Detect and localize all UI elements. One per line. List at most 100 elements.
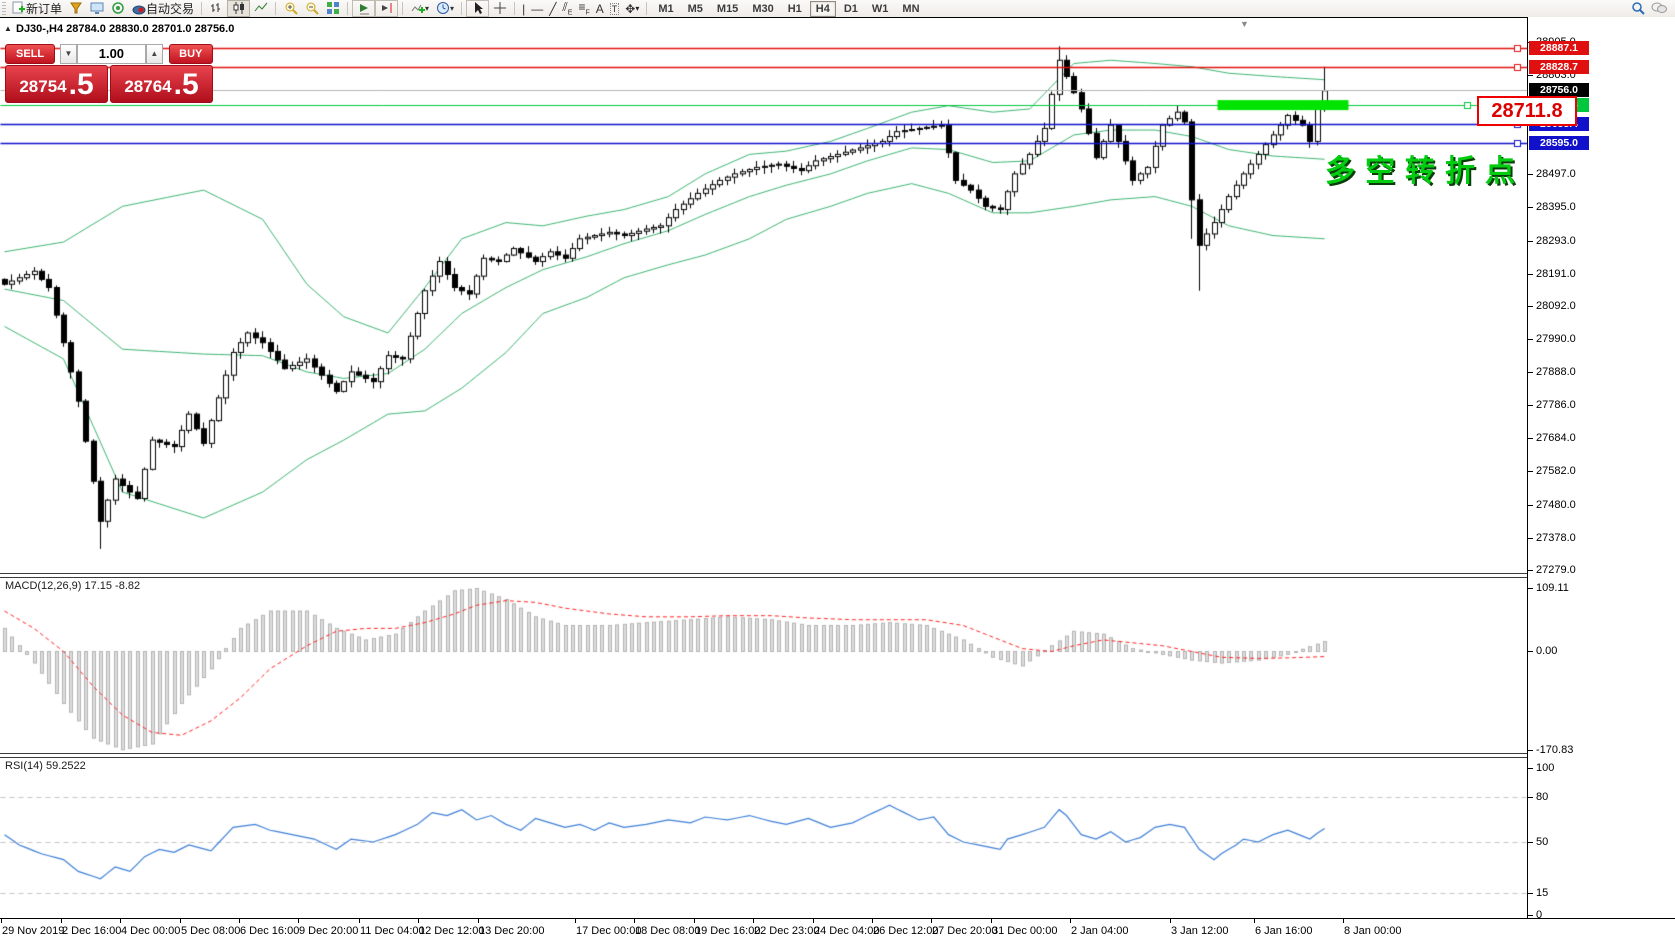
time-axis-tick	[1343, 919, 1344, 923]
mt4-window: 新订单 自动交易	[0, 0, 1675, 942]
pane-separator[interactable]	[0, 753, 1675, 758]
price-axis-label: 27279.0	[1536, 564, 1576, 576]
channel-icon: ⫽E	[562, 0, 572, 16]
arrows-button[interactable]: ✥▾	[622, 1, 642, 16]
autotrade-button[interactable]: 自动交易	[128, 1, 197, 16]
crosshair-button[interactable]	[489, 1, 510, 16]
auto-scroll-button[interactable]	[352, 0, 375, 17]
collapse-panel-icon[interactable]: ▲	[4, 24, 12, 33]
volume-decrement-button[interactable]: ▼	[60, 44, 76, 64]
add-indicator-button[interactable]: ▾	[407, 1, 432, 16]
price-axis-tick	[1528, 372, 1533, 373]
search-button[interactable]	[1627, 1, 1648, 16]
macd-canvas[interactable]	[0, 577, 1527, 753]
volume-increment-button[interactable]: ▲	[146, 44, 162, 64]
toolbar-separator	[275, 2, 276, 15]
price-axis-label: 27378.0	[1536, 532, 1576, 544]
timeframe-button-h4[interactable]: H4	[810, 1, 836, 17]
signal-button[interactable]	[107, 1, 128, 16]
chart-shift-end-marker[interactable]: ▼	[1240, 19, 1249, 29]
price-axis[interactable]: 28905.028803.028497.028395.028293.028191…	[1527, 17, 1675, 918]
time-axis-label: 27 Dec 20:00	[932, 925, 997, 937]
volume-input[interactable]: 1.00	[77, 44, 146, 64]
price-axis-tick	[1528, 505, 1533, 506]
one-click-trading-panel: SELL ▼ 1.00 ▲ BUY 28754 .5 28764 .5	[5, 44, 213, 103]
time-axis-tick	[478, 919, 479, 923]
timeframe-button-m1[interactable]: M1	[652, 1, 679, 17]
time-axis[interactable]: 29 Nov 20192 Dec 16:004 Dec 00:005 Dec 0…	[0, 919, 1675, 942]
autotrade-label: 自动交易	[146, 0, 194, 17]
zoom-out-icon	[304, 1, 319, 16]
buy-button[interactable]: BUY	[169, 44, 213, 64]
price-axis-label: 27582.0	[1536, 465, 1576, 477]
candlestick-button[interactable]	[227, 0, 250, 17]
zoom-in-icon	[283, 1, 298, 16]
toolbar-separator	[514, 2, 515, 15]
zoom-out-button[interactable]	[301, 1, 322, 16]
price-axis-label: 27786.0	[1536, 399, 1576, 411]
periods-button[interactable]: ▾	[432, 1, 457, 16]
time-axis-tick	[634, 919, 635, 923]
buy-price-panel[interactable]: 28764 .5	[110, 65, 213, 103]
price-axis-label: 28293.0	[1536, 235, 1576, 247]
chat-button[interactable]	[1648, 1, 1669, 16]
timeframe-button-mn[interactable]: MN	[896, 1, 925, 17]
rsi-axis-label: 50	[1536, 836, 1548, 848]
price-axis-tick	[1528, 570, 1533, 571]
tile-windows-button[interactable]	[322, 1, 343, 16]
level-price-badge: 28595.0	[1529, 136, 1589, 150]
vertical-line-button[interactable]: |	[519, 1, 528, 16]
time-axis-tick	[418, 919, 419, 923]
bar-chart-button[interactable]	[206, 1, 227, 16]
macd-axis-label: 0.00	[1536, 645, 1557, 657]
rsi-axis-tick	[1528, 893, 1533, 894]
text-button[interactable]: A	[593, 1, 607, 16]
monitor-icon	[89, 1, 104, 16]
line-chart-button[interactable]	[250, 1, 271, 16]
cursor-button[interactable]	[466, 0, 489, 17]
time-axis-tick	[298, 919, 299, 923]
price-axis-label: 28395.0	[1536, 201, 1576, 213]
pivot-price-callout[interactable]: 28711.8	[1477, 96, 1577, 126]
text-label-button[interactable]: T	[607, 1, 623, 16]
macd-axis-label: 109.11	[1536, 582, 1569, 594]
horizontal-line-button[interactable]: —	[528, 1, 546, 16]
time-axis-tick	[239, 919, 240, 923]
timeframe-button-d1[interactable]: D1	[838, 1, 864, 17]
rsi-axis-label: 100	[1536, 762, 1554, 774]
dropdown-caret-icon: ▾	[425, 4, 429, 13]
macd-axis-tick	[1528, 750, 1533, 751]
timeframe-button-w1[interactable]: W1	[866, 1, 895, 17]
monitor-button[interactable]	[86, 1, 107, 16]
zoom-in-button[interactable]	[280, 1, 301, 16]
time-axis-label: 17 Dec 00:00	[576, 925, 641, 937]
chart-shift-button[interactable]	[375, 0, 398, 17]
new-order-button[interactable]: 新订单	[8, 1, 65, 16]
turning-point-annotation[interactable]: 多空转折点	[1325, 146, 1525, 190]
price-axis-tick	[1528, 339, 1533, 340]
channel-button[interactable]: ⫽E	[559, 1, 575, 16]
toolbar-grip[interactable]	[2, 2, 6, 15]
timeframe-button-m5[interactable]: M5	[682, 1, 709, 17]
time-axis-tick	[694, 919, 695, 923]
macd-axis-label: -170.83	[1536, 744, 1573, 756]
toolbar-separator	[201, 2, 202, 15]
timeframe-button-m15[interactable]: M15	[711, 1, 744, 17]
buy-price-main: 28764	[124, 74, 171, 100]
time-axis-tick	[1254, 919, 1255, 923]
rsi-canvas[interactable]	[0, 757, 1527, 918]
level-price-badge: 28828.7	[1529, 60, 1589, 74]
tile-windows-icon	[325, 1, 340, 16]
timeframe-button-h1[interactable]: H1	[782, 1, 808, 17]
main-chart-canvas[interactable]	[0, 17, 1527, 574]
sell-price-panel[interactable]: 28754 .5	[5, 65, 108, 103]
pane-separator[interactable]	[0, 573, 1675, 578]
time-axis-tick	[120, 919, 121, 923]
funnel-button[interactable]	[65, 1, 86, 16]
time-axis-label: 18 Dec 08:00	[635, 925, 700, 937]
level-price-badge: 28887.1	[1529, 41, 1589, 55]
sell-button[interactable]: SELL	[5, 44, 55, 64]
fibonacci-button[interactable]: ≡F	[575, 1, 592, 16]
trendline-button[interactable]: ╱	[546, 1, 559, 16]
timeframe-button-m30[interactable]: M30	[746, 1, 779, 17]
